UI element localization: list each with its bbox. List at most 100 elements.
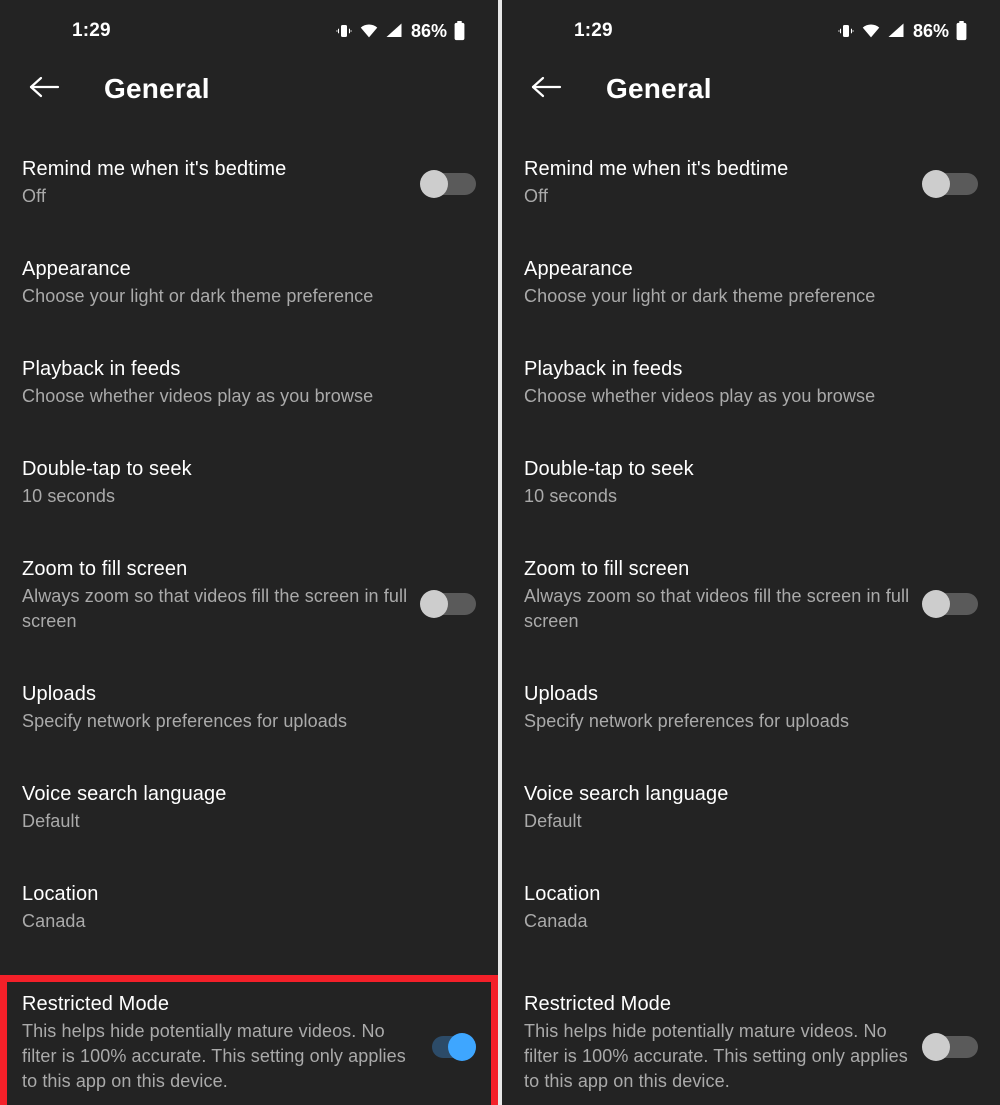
row-title: Restricted Mode bbox=[524, 993, 672, 1015]
settings-row-restricted-mode[interactable]: Restricted Mode This helps hide potential… bbox=[0, 991, 498, 1094]
status-bar-left: 1:29 86% bbox=[0, 0, 498, 56]
toggle-switch-remind-me-when-it-s-bedtime[interactable] bbox=[922, 170, 978, 198]
settings-list-right: Remind me when it's bedtime Off Appearance… bbox=[502, 122, 1000, 1091]
row-title: Uploads bbox=[524, 683, 599, 705]
page-title: General bbox=[104, 73, 210, 104]
row-text-block: Double-tap to seek 10 seconds bbox=[22, 456, 414, 509]
settings-row-location[interactable]: Location Canada bbox=[0, 881, 498, 939]
settings-row-remind-me-when-it-s-bedtime[interactable]: Remind me when it's bedtime Off bbox=[0, 156, 498, 214]
row-title: Voice search language bbox=[22, 783, 227, 805]
toggle-thumb bbox=[420, 170, 448, 198]
row-text-block: Zoom to fill screen Always zoom so that v… bbox=[524, 556, 916, 634]
back-button[interactable] bbox=[524, 67, 568, 111]
row-text-block: Restricted Mode This helps hide potential… bbox=[22, 991, 414, 1094]
row-control-slot bbox=[414, 156, 476, 198]
settings-row-zoom-to-fill-screen[interactable]: Zoom to fill screen Always zoom so that v… bbox=[0, 556, 498, 634]
row-text-block: Restricted Mode This helps hide potential… bbox=[524, 991, 916, 1094]
row-text-block: Appearance Choose your light or dark them… bbox=[524, 256, 916, 309]
row-control-slot bbox=[414, 456, 476, 470]
settings-row-double-tap-to-seek[interactable]: Double-tap to seek 10 seconds bbox=[0, 456, 498, 514]
settings-row-playback-in-feeds[interactable]: Playback in feeds Choose whether videos p… bbox=[502, 356, 1000, 414]
page-title: General bbox=[606, 73, 712, 104]
row-title: Remind me when it's bedtime bbox=[22, 158, 287, 180]
toggle-thumb bbox=[922, 170, 950, 198]
settings-row-appearance[interactable]: Appearance Choose your light or dark them… bbox=[0, 256, 498, 314]
row-subtitle: Off bbox=[524, 186, 548, 206]
wifi-icon bbox=[861, 22, 881, 40]
row-control-slot bbox=[414, 356, 476, 370]
back-arrow-icon bbox=[27, 73, 61, 106]
status-clock: 1:29 bbox=[72, 20, 111, 41]
row-text-block: Zoom to fill screen Always zoom so that v… bbox=[22, 556, 414, 634]
settings-row-double-tap-to-seek[interactable]: Double-tap to seek 10 seconds bbox=[502, 456, 1000, 514]
row-text-block: Playback in feeds Choose whether videos p… bbox=[22, 356, 414, 409]
row-title: Appearance bbox=[22, 258, 131, 280]
row-subtitle: Choose whether videos play as you browse bbox=[22, 386, 374, 406]
app-bar-left: General bbox=[0, 56, 498, 122]
settings-row-remind-me-when-it-s-bedtime[interactable]: Remind me when it's bedtime Off bbox=[502, 156, 1000, 214]
settings-row-zoom-to-fill-screen[interactable]: Zoom to fill screen Always zoom so that v… bbox=[502, 556, 1000, 634]
row-control-slot bbox=[414, 991, 476, 1061]
toggle-thumb bbox=[448, 1033, 476, 1061]
row-text-block: Voice search language Default bbox=[22, 781, 414, 834]
row-subtitle: Canada bbox=[524, 911, 588, 931]
toggle-thumb bbox=[420, 590, 448, 618]
settings-row-uploads[interactable]: Uploads Specify network preferences for u… bbox=[502, 681, 1000, 739]
phone-screen-right: 1:29 86% General Remind me when it's bed… bbox=[502, 0, 1000, 1105]
status-icon-group: 86% bbox=[335, 20, 466, 42]
settings-row-location[interactable]: Location Canada bbox=[502, 881, 1000, 939]
screenshot-root: 1:29 86% General Remind me when it's bed… bbox=[0, 0, 1000, 1105]
row-subtitle: 10 seconds bbox=[524, 486, 618, 506]
settings-row-restricted-mode[interactable]: Restricted Mode This helps hide potential… bbox=[502, 991, 1000, 1094]
row-title: Zoom to fill screen bbox=[524, 558, 690, 580]
row-subtitle: Default bbox=[22, 811, 80, 831]
cellular-signal-icon bbox=[887, 22, 905, 40]
row-title: Uploads bbox=[22, 683, 97, 705]
row-text-block: Location Canada bbox=[524, 881, 916, 934]
wifi-icon bbox=[359, 22, 379, 40]
row-subtitle: This helps hide potentially mature video… bbox=[22, 1021, 406, 1091]
row-control-slot bbox=[916, 556, 978, 618]
status-icon-group: 86% bbox=[837, 20, 968, 42]
row-title: Restricted Mode bbox=[22, 993, 170, 1015]
row-text-block: Playback in feeds Choose whether videos p… bbox=[524, 356, 916, 409]
row-text-block: Voice search language Default bbox=[524, 781, 916, 834]
row-subtitle: Choose your light or dark theme preferen… bbox=[22, 286, 374, 306]
toggle-switch-remind-me-when-it-s-bedtime[interactable] bbox=[420, 170, 476, 198]
vibrate-icon bbox=[837, 22, 855, 40]
row-control-slot bbox=[916, 681, 978, 695]
row-control-slot bbox=[414, 256, 476, 270]
vibrate-icon bbox=[335, 22, 353, 40]
row-subtitle: Choose whether videos play as you browse bbox=[524, 386, 876, 406]
settings-row-playback-in-feeds[interactable]: Playback in feeds Choose whether videos p… bbox=[0, 356, 498, 414]
toggle-switch-zoom-to-fill-screen[interactable] bbox=[922, 590, 978, 618]
toggle-switch-restricted-mode[interactable] bbox=[922, 1033, 978, 1061]
battery-icon bbox=[955, 21, 968, 41]
settings-row-voice-search-language[interactable]: Voice search language Default bbox=[0, 781, 498, 839]
phone-screen-left: 1:29 86% General Remind me when it's bed… bbox=[0, 0, 498, 1105]
back-button[interactable] bbox=[22, 67, 66, 111]
row-text-block: Remind me when it's bedtime Off bbox=[524, 156, 916, 209]
row-title: Double-tap to seek bbox=[22, 458, 192, 480]
row-control-slot bbox=[916, 356, 978, 370]
row-subtitle: Off bbox=[22, 186, 46, 206]
row-title: Playback in feeds bbox=[524, 358, 683, 380]
cellular-signal-icon bbox=[385, 22, 403, 40]
settings-row-appearance[interactable]: Appearance Choose your light or dark them… bbox=[502, 256, 1000, 314]
row-control-slot bbox=[414, 556, 476, 618]
row-control-slot bbox=[414, 881, 476, 895]
status-bar-right: 1:29 86% bbox=[502, 0, 1000, 56]
settings-list-left: Remind me when it's bedtime Off Appearance… bbox=[0, 122, 498, 1091]
row-subtitle: This helps hide potentially mature video… bbox=[524, 1021, 908, 1091]
row-title: Location bbox=[22, 883, 99, 905]
row-subtitle: Canada bbox=[22, 911, 86, 931]
toggle-switch-restricted-mode[interactable] bbox=[420, 1033, 476, 1061]
row-control-slot bbox=[916, 456, 978, 470]
toggle-switch-zoom-to-fill-screen[interactable] bbox=[420, 590, 476, 618]
settings-row-voice-search-language[interactable]: Voice search language Default bbox=[502, 781, 1000, 839]
row-title: Appearance bbox=[524, 258, 633, 280]
row-control-slot bbox=[916, 991, 978, 1061]
settings-row-uploads[interactable]: Uploads Specify network preferences for u… bbox=[0, 681, 498, 739]
row-title: Remind me when it's bedtime bbox=[524, 158, 789, 180]
row-control-slot bbox=[414, 781, 476, 795]
